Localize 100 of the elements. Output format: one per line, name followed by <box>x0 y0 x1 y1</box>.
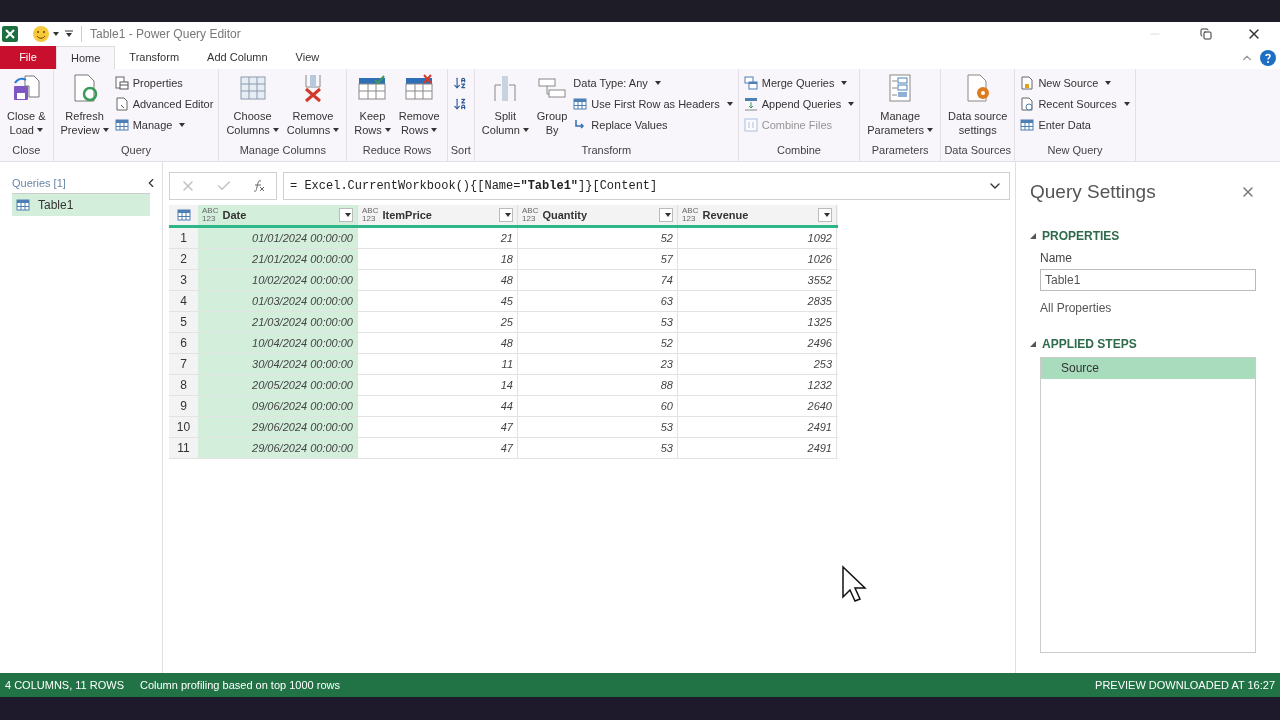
ribbon-button[interactable]: Choose Columns <box>222 69 283 141</box>
save-load-icon <box>11 73 42 103</box>
ribbon-button[interactable]: Use First Row as Headers <box>573 95 733 113</box>
ribbon-button[interactable]: Refresh Preview <box>56 69 113 141</box>
restore-icon[interactable] <box>1200 28 1212 40</box>
group-label: New Query <box>1046 143 1104 158</box>
table-cell: 21/03/2024 00:00:00 <box>198 312 358 332</box>
table-cell: 2640 <box>678 396 837 416</box>
table-cell: 57 <box>518 249 678 269</box>
function-icon[interactable] <box>252 179 266 193</box>
caret-icon <box>726 102 733 106</box>
filter-button[interactable] <box>818 208 832 222</box>
row-number: 1 <box>169 228 198 248</box>
section-heading: PROPERTIES <box>1042 227 1120 245</box>
caret-icon <box>664 213 671 217</box>
ribbon-button[interactable]: Group By <box>532 69 572 141</box>
customize-toolbar-icon[interactable] <box>65 30 73 38</box>
table-cell: 01/03/2024 00:00:00 <box>198 291 358 311</box>
group-label: Data Sources <box>944 143 1012 158</box>
table-cell: 23 <box>518 354 678 374</box>
group-label: Combine <box>775 143 822 158</box>
ribbon-tab[interactable]: Add Column <box>193 46 282 69</box>
caret-icon <box>37 128 43 132</box>
type-label: ABC 123 <box>682 207 699 223</box>
section-heading: APPLIED STEPS <box>1042 335 1137 353</box>
table-cell: 3552 <box>678 270 837 290</box>
ribbon-button[interactable]: Enter Data <box>1020 116 1130 134</box>
caret-icon <box>841 81 848 85</box>
table-cell: 88 <box>518 375 678 395</box>
group-label: Query <box>119 143 152 158</box>
ribbon-button[interactable]: Advanced Editor <box>114 95 214 113</box>
ribbon-button[interactable]: Replace Values <box>573 116 733 134</box>
table-cell: 21 <box>358 228 518 248</box>
panel-title: Query Settings <box>1030 180 1156 204</box>
ribbon-button[interactable]: Keep Rows <box>350 69 395 141</box>
filter-button[interactable] <box>499 208 513 222</box>
group-label: Parameters <box>870 143 930 158</box>
table-cell: 1026 <box>678 249 837 269</box>
table-cell: 21/01/2024 00:00:00 <box>198 249 358 269</box>
caret-icon <box>333 128 340 132</box>
ribbon-button[interactable]: Append Queries <box>743 95 855 113</box>
ribbon-button[interactable]: Split Column <box>477 69 533 141</box>
table-cell: 1232 <box>678 375 837 395</box>
row-number: 7 <box>169 354 198 374</box>
ribbon-button[interactable]: Properties <box>114 74 214 92</box>
ribbon-button[interactable]: Manage <box>114 116 214 134</box>
table-cell: 2491 <box>678 438 837 458</box>
ribbon-button[interactable]: Data Type: Any <box>573 74 733 92</box>
column-title: Revenue <box>702 207 750 223</box>
table-cell: 60 <box>518 396 678 416</box>
table-cell: 25 <box>358 312 518 332</box>
column-title: Quantity <box>542 207 589 223</box>
ribbon-tab[interactable]: Home <box>56 46 116 69</box>
ribbon-button[interactable]: Data source settings <box>944 69 1012 141</box>
table-cell: 10/02/2024 00:00:00 <box>198 270 358 290</box>
caret-icon <box>53 32 59 36</box>
step-item[interactable]: Source <box>1041 357 1255 379</box>
group-label: Sort <box>450 143 471 158</box>
file-tab[interactable]: File <box>0 46 56 69</box>
caret-icon <box>344 213 351 217</box>
query-item[interactable]: Table1 <box>12 193 150 216</box>
table-cell: 14 <box>358 375 518 395</box>
status-text: PREVIEW DOWNLOADED AT 16:27 <box>1095 677 1275 693</box>
ribbon-button[interactable]: Close & Load <box>3 69 50 141</box>
formula-field[interactable]: = Excel.CurrentWorkbook(){[Name="Table1"]}[Content] <box>283 172 1010 200</box>
status-text: Column profiling based on top 1000 rows <box>140 677 340 693</box>
type-label: ABC 123 <box>522 207 539 223</box>
all-properties-link[interactable]: All Properties <box>1040 298 1256 317</box>
table-cell: 52 <box>518 333 678 353</box>
caret-icon <box>384 128 391 132</box>
caret-icon <box>102 128 109 132</box>
smiley-icon[interactable] <box>32 25 50 43</box>
filter-button[interactable] <box>659 208 673 222</box>
ribbon-button[interactable]: Manage Parameters <box>863 69 938 141</box>
table-icon <box>573 97 588 111</box>
table-icon <box>16 197 30 212</box>
remove-rows-icon <box>404 73 435 103</box>
caret-icon <box>823 213 830 217</box>
recent-sources-icon <box>1020 97 1035 111</box>
name-field[interactable]: Table1 <box>1040 268 1256 291</box>
ribbon-button[interactable]: Remove Columns <box>282 69 344 141</box>
row-number: 9 <box>169 396 198 416</box>
ribbon-button[interactable]: Merge Queries <box>743 74 855 92</box>
ribbon-tab[interactable]: Transform <box>115 46 194 69</box>
row-number: 3 <box>169 270 198 290</box>
table-cell: 30/04/2024 00:00:00 <box>198 354 358 374</box>
ribbon-button[interactable]: Remove Rows <box>394 69 444 141</box>
table-cell: 2491 <box>678 417 837 437</box>
ribbon-tab[interactable]: View <box>281 46 334 69</box>
table-cell: 53 <box>518 417 678 437</box>
ribbon-button[interactable]: Recent Sources <box>1020 95 1130 113</box>
collapse-triangle-icon[interactable] <box>1030 340 1036 347</box>
ribbon-button[interactable]: New Source <box>1020 74 1130 92</box>
table-cell: 29/06/2024 00:00:00 <box>198 438 358 458</box>
collapse-triangle-icon[interactable] <box>1030 232 1036 239</box>
caret-icon <box>179 123 186 127</box>
new-source-icon <box>1020 76 1035 90</box>
filter-button[interactable] <box>339 208 353 222</box>
table-cell: 29/06/2024 00:00:00 <box>198 417 358 437</box>
help-icon[interactable] <box>1260 50 1276 66</box>
